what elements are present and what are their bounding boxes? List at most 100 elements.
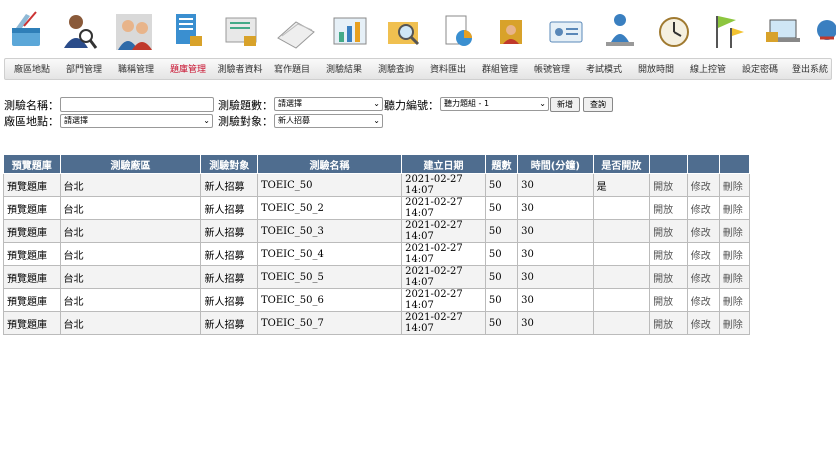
test-name-cell: TOEIC_50_3 — [256, 219, 403, 243]
open-link[interactable]: 開放 — [649, 265, 688, 289]
edit-link[interactable]: 修改 — [686, 265, 720, 289]
group-lock-icon[interactable] — [492, 8, 532, 56]
preview-link[interactable]: 預覽題庫 — [3, 311, 61, 335]
target-cell: 新人招募 — [200, 173, 258, 197]
open-link[interactable]: 開放 — [649, 173, 688, 197]
preview-link[interactable]: 預覽題庫 — [3, 219, 61, 243]
col-target: 測驗對象 — [200, 154, 258, 174]
edit-link[interactable]: 修改 — [686, 242, 720, 266]
site-value: 請選擇 — [64, 116, 88, 125]
menu-item-job-title[interactable]: 職稱管理 — [109, 62, 163, 75]
document-lock-icon[interactable] — [168, 8, 208, 56]
menu-item-exam-mode[interactable]: 考試模式 — [577, 62, 631, 75]
papers-icon[interactable] — [276, 8, 316, 56]
icon-toolbar — [4, 8, 836, 58]
time-cell: 30 — [517, 265, 594, 289]
created-cell: 2021-02-27 14:07 — [401, 288, 486, 312]
flags-icon[interactable] — [708, 8, 748, 56]
delete-link[interactable]: 刪除 — [718, 219, 751, 243]
open-status-cell — [592, 288, 651, 312]
target-cell: 新人招募 — [200, 311, 258, 335]
edit-link[interactable]: 修改 — [686, 219, 720, 243]
preview-link[interactable]: 預覽題庫 — [3, 173, 61, 197]
chart-icon[interactable] — [330, 8, 370, 56]
menu-item-account-manage[interactable]: 帳號管理 — [525, 62, 579, 75]
menu-item-open-time[interactable]: 開放時間 — [629, 62, 683, 75]
chevron-down-icon: ⌄ — [373, 99, 380, 108]
people-icon[interactable] — [114, 8, 154, 56]
exam-person-icon[interactable] — [600, 8, 640, 56]
site-select[interactable]: 請選擇 ⌄ — [60, 114, 213, 128]
open-link[interactable]: 開放 — [649, 311, 688, 335]
open-status-cell — [592, 196, 651, 220]
target-value: 新人招募 — [278, 116, 310, 125]
logout-globe-icon[interactable] — [816, 8, 836, 56]
menu-item-writing-topics[interactable]: 寫作題目 — [265, 62, 319, 75]
listening-value: 聽力題組 - 1 — [444, 99, 490, 108]
created-cell: 2021-02-27 14:07 — [401, 173, 486, 197]
delete-link[interactable]: 刪除 — [718, 311, 751, 335]
export-chart-icon[interactable] — [438, 8, 478, 56]
count-cell: 50 — [484, 265, 519, 289]
menu-item-site[interactable]: 廠區地點 — [5, 62, 59, 75]
form-lock-icon[interactable] — [222, 8, 262, 56]
table-row: 預覽題庫 台北 新人招募 TOEIC_50 2021-02-27 14:07 50 30 是開… — [3, 173, 751, 197]
question-count-select[interactable]: 請選擇 ⌄ — [274, 97, 383, 111]
menu-item-group-manage[interactable]: 群組管理 — [473, 62, 527, 75]
chevron-down-icon: ⌄ — [539, 99, 546, 108]
preview-link[interactable]: 預覽題庫 — [3, 288, 61, 312]
test-name-input[interactable] — [60, 97, 214, 112]
time-cell: 30 — [517, 219, 594, 243]
menu-item-question-bank[interactable]: 題庫管理 — [161, 62, 215, 75]
table-row: 預覽題庫 台北 新人招募 TOEIC_50_6 2021-02-27 14:07 50 30… — [3, 288, 751, 312]
delete-link[interactable]: 刪除 — [718, 242, 751, 266]
edit-link[interactable]: 修改 — [686, 311, 720, 335]
delete-link[interactable]: 刪除 — [718, 196, 751, 220]
question-bank-table: 預覽題庫 測驗廠區 測驗對象 測驗名稱 建立日期 題數 時間(分鐘) 是否開放 … — [3, 154, 751, 335]
menu-item-department[interactable]: 部門管理 — [57, 62, 111, 75]
test-name-cell: TOEIC_50_5 — [256, 265, 403, 289]
clock-icon[interactable] — [654, 8, 694, 56]
test-name-cell: TOEIC_50_4 — [256, 242, 403, 266]
id-card-icon[interactable] — [546, 8, 586, 56]
open-link[interactable]: 開放 — [649, 219, 688, 243]
query-button[interactable]: 查詢 — [583, 97, 613, 112]
open-status-cell — [592, 219, 651, 243]
open-link[interactable]: 開放 — [649, 242, 688, 266]
magnifier-person-icon[interactable] — [60, 8, 100, 56]
count-cell: 50 — [484, 219, 519, 243]
preview-link[interactable]: 預覽題庫 — [3, 265, 61, 289]
test-name-cell: TOEIC_50_6 — [256, 288, 403, 312]
created-cell: 2021-02-27 14:07 — [401, 219, 486, 243]
basket-icon[interactable] — [6, 8, 46, 56]
menu-item-logout[interactable]: 登出系統 — [783, 62, 836, 75]
preview-link[interactable]: 預覽題庫 — [3, 242, 61, 266]
folder-search-icon[interactable] — [384, 8, 424, 56]
menu-item-test-query[interactable]: 測驗查詢 — [369, 62, 423, 75]
laptop-lock-icon[interactable] — [762, 8, 802, 56]
add-button[interactable]: 新增 — [550, 97, 580, 112]
edit-link[interactable]: 修改 — [686, 288, 720, 312]
menu-item-testee-data[interactable]: 測驗者資料 — [213, 62, 267, 75]
menu-item-online-control[interactable]: 線上控管 — [681, 62, 735, 75]
table-row: 預覽題庫 台北 新人招募 TOEIC_50_4 2021-02-27 14:07 50 30… — [3, 242, 751, 266]
open-link[interactable]: 開放 — [649, 196, 688, 220]
count-cell: 50 — [484, 288, 519, 312]
question-count-value: 請選擇 — [278, 99, 302, 108]
preview-link[interactable]: 預覽題庫 — [3, 196, 61, 220]
site-cell: 台北 — [59, 219, 202, 243]
target-select[interactable]: 新人招募 ⌄ — [274, 114, 383, 128]
menu-item-set-password[interactable]: 設定密碼 — [733, 62, 787, 75]
target-cell: 新人招募 — [200, 219, 258, 243]
open-link[interactable]: 開放 — [649, 288, 688, 312]
col-open-action — [649, 154, 688, 174]
menu-item-test-results[interactable]: 測驗結果 — [317, 62, 371, 75]
delete-link[interactable]: 刪除 — [718, 173, 751, 197]
menu-item-data-export[interactable]: 資料匯出 — [421, 62, 475, 75]
edit-link[interactable]: 修改 — [686, 173, 720, 197]
delete-link[interactable]: 刪除 — [718, 288, 751, 312]
edit-link[interactable]: 修改 — [686, 196, 720, 220]
col-test-name: 測驗名稱 — [256, 154, 403, 174]
listening-select[interactable]: 聽力題組 - 1 ⌄ — [440, 97, 549, 111]
delete-link[interactable]: 刪除 — [718, 265, 751, 289]
